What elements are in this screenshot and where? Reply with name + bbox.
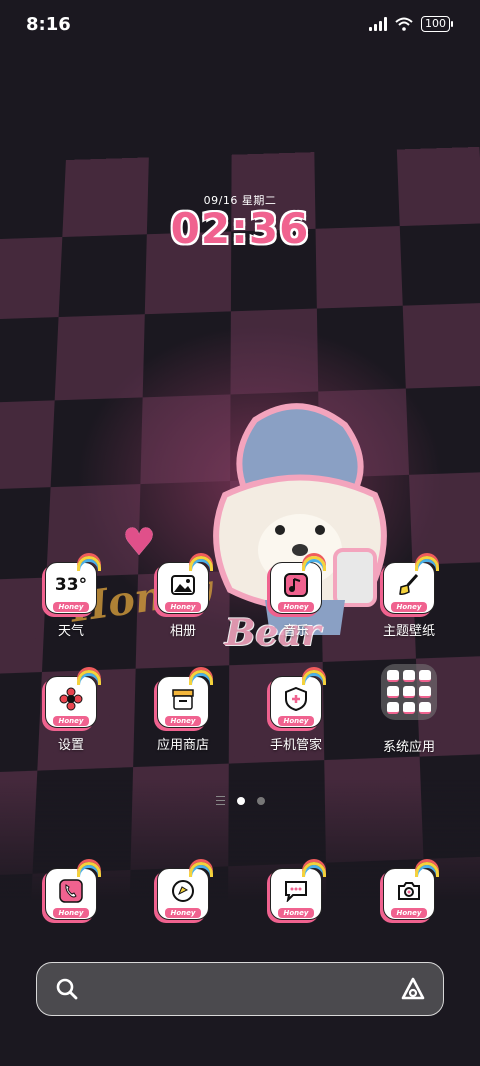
browser-icon: Honey (157, 862, 213, 920)
honey-badge: Honey (53, 602, 89, 612)
ai-assistant-icon[interactable] (399, 976, 427, 1002)
weather-temperature: 33° (54, 575, 88, 595)
app-weather[interactable]: 33° Honey 天气 (16, 556, 126, 639)
app-label: 应用商店 (156, 738, 209, 753)
app-label: 天气 (57, 624, 84, 639)
app-gallery[interactable]: Honey 相册 (128, 556, 238, 639)
settings-flower-icon: Honey (45, 670, 101, 728)
app-store[interactable]: Honey 应用商店 (128, 670, 238, 753)
battery-icon: 100 (421, 16, 453, 32)
app-drawer-lines-icon (215, 796, 225, 805)
gallery-icon: Honey (157, 556, 213, 614)
messages-icon: Honey (270, 862, 326, 920)
camera-icon: Honey (383, 862, 439, 920)
app-themes[interactable]: Honey 主题壁纸 (354, 556, 464, 639)
app-label: 手机管家 (269, 738, 322, 753)
app-label: 音乐 (282, 624, 309, 639)
dock-browser[interactable]: Honey (128, 862, 238, 920)
wifi-icon (395, 17, 413, 31)
app-settings[interactable]: Honey 设置 (16, 670, 126, 753)
page-dot (256, 796, 265, 805)
phone-icon: Honey (45, 862, 101, 920)
folder-icon (381, 664, 437, 720)
app-store-icon: Honey (157, 670, 213, 728)
app-label: 相册 (169, 624, 196, 639)
app-label: 主题壁纸 (382, 624, 435, 639)
app-music[interactable]: Honey 音乐 (241, 556, 351, 639)
music-icon: Honey (270, 556, 326, 614)
search-bar[interactable] (36, 962, 444, 1016)
dock-messages[interactable]: Honey (241, 862, 351, 920)
search-icon[interactable] (55, 977, 79, 1001)
theme-brush-icon: Honey (383, 556, 439, 614)
signal-icon (369, 17, 387, 31)
page-indicator[interactable] (0, 796, 480, 805)
weather-icon: 33° Honey (45, 556, 101, 614)
app-folder-system[interactable]: 系统应用 (354, 664, 464, 755)
app-phone-manager[interactable]: Honey 手机管家 (241, 670, 351, 753)
page-dot-active (236, 796, 245, 805)
security-shield-icon: Honey (270, 670, 326, 728)
app-label: 系统应用 (382, 740, 435, 755)
app-label: 设置 (57, 738, 84, 753)
heart-icon: ♥ (122, 520, 157, 564)
status-bar: 8:16 100 (0, 0, 480, 48)
status-time: 8:16 (26, 14, 71, 35)
dock-camera[interactable]: Honey (354, 862, 464, 920)
clock-time[interactable]: 02:36 (0, 204, 480, 253)
dock-phone[interactable]: Honey (16, 862, 126, 920)
